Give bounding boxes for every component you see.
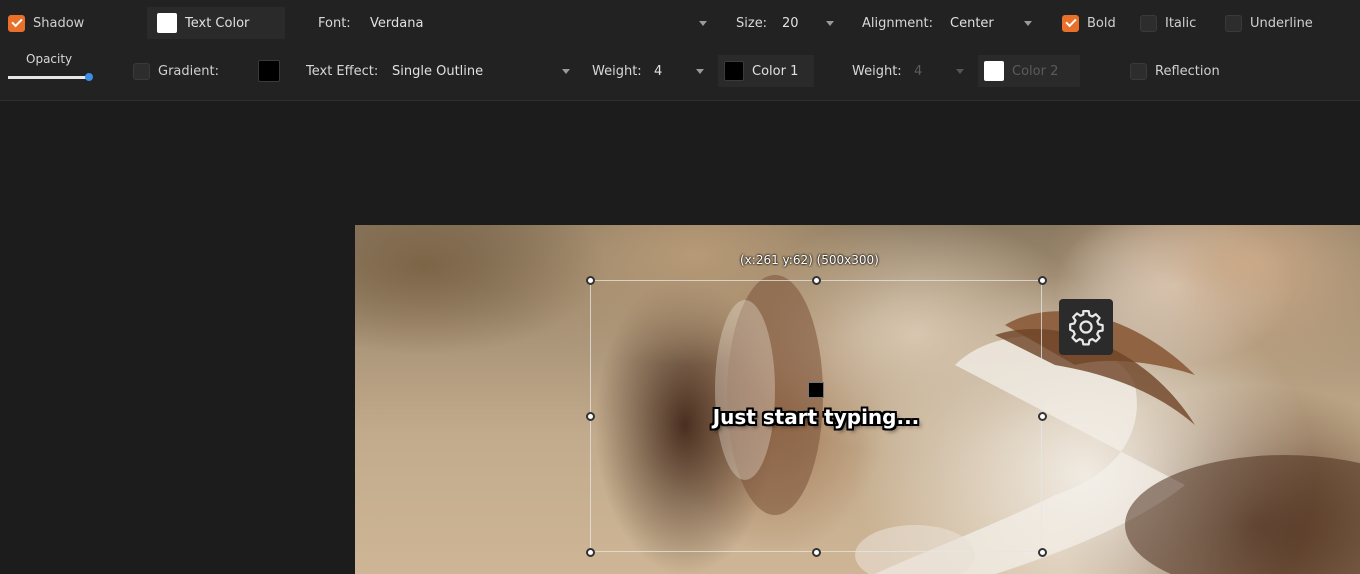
- bold-check-icon[interactable]: [1062, 14, 1079, 32]
- text-toolbar: Shadow Text Color Font: Verdana Size: 20…: [0, 0, 1360, 101]
- text-color-swatch: [157, 13, 177, 33]
- selection-coords: (x:261 y:62) (500x300): [740, 253, 879, 267]
- bold-label: Bold: [1087, 15, 1116, 31]
- toolbar-row-2: Opacity Gradient: Text Effect: Single Ou…: [0, 52, 1360, 89]
- shadow-check-icon[interactable]: [8, 14, 25, 32]
- gradient-label: Gradient:: [158, 63, 219, 79]
- resize-handle-bottom-right[interactable]: [1038, 548, 1047, 557]
- opacity-slider[interactable]: [0, 55, 100, 89]
- gradient-checkbox[interactable]: Gradient:: [133, 55, 219, 87]
- reflection-check-icon[interactable]: [1130, 62, 1147, 80]
- text-effect-value: Single Outline: [392, 63, 484, 79]
- text-effect-select[interactable]: Single Outline: [384, 55, 570, 87]
- size-caret-down-icon: [826, 20, 834, 26]
- color2-label: Color 2: [1012, 63, 1059, 79]
- reflection-label: Reflection: [1155, 63, 1220, 79]
- weight1-value: 4: [654, 63, 663, 79]
- weight2-label: Weight:: [852, 63, 902, 79]
- weight2-select[interactable]: 4: [906, 55, 964, 87]
- size-select[interactable]: 20: [774, 7, 834, 39]
- color1-label: Color 1: [752, 63, 799, 79]
- italic-checkbox[interactable]: Italic: [1140, 7, 1196, 39]
- resize-handle-top[interactable]: [812, 276, 821, 285]
- underline-label: Underline: [1250, 15, 1313, 31]
- opacity-slider-thumb[interactable]: [85, 73, 93, 81]
- weight1-caret-down-icon: [696, 68, 704, 74]
- underline-check-icon[interactable]: [1225, 14, 1242, 32]
- alignment-value: Center: [950, 15, 994, 31]
- resize-handle-top-right[interactable]: [1038, 276, 1047, 285]
- gear-icon: [1069, 310, 1104, 346]
- gradient-color-button[interactable]: [258, 55, 280, 87]
- gradient-color-swatch[interactable]: [258, 60, 280, 82]
- color1-swatch: [724, 61, 744, 81]
- text-color-box[interactable]: Text Color: [147, 7, 285, 39]
- size-label: Size:: [736, 15, 768, 31]
- move-anchor-handle[interactable]: [808, 382, 824, 398]
- opacity-slider-track[interactable]: [8, 76, 90, 79]
- text-effect-label: Text Effect:: [306, 63, 379, 79]
- gradient-check-icon[interactable]: [133, 62, 150, 80]
- color1-box[interactable]: Color 1: [718, 55, 814, 87]
- weight1-select[interactable]: 4: [646, 55, 704, 87]
- color1-button[interactable]: Color 1: [718, 55, 814, 87]
- resize-handle-bottom-left[interactable]: [586, 548, 595, 557]
- resize-handle-bottom[interactable]: [812, 548, 821, 557]
- weight2-caret-down-icon: [956, 68, 964, 74]
- size-value: 20: [782, 15, 799, 31]
- color2-swatch: [984, 61, 1004, 81]
- italic-label: Italic: [1165, 15, 1197, 31]
- font-label: Font:: [318, 15, 351, 31]
- reflection-checkbox[interactable]: Reflection: [1130, 55, 1220, 87]
- bold-checkbox[interactable]: Bold: [1062, 7, 1116, 39]
- font-select[interactable]: Verdana: [362, 7, 707, 39]
- text-color-label: Text Color: [185, 15, 250, 31]
- shadow-checkbox[interactable]: Shadow: [8, 7, 84, 39]
- toolbar-row-1: Shadow Text Color Font: Verdana Size: 20…: [0, 7, 1360, 41]
- color2-button[interactable]: Color 2: [978, 55, 1080, 87]
- color2-box[interactable]: Color 2: [978, 55, 1080, 87]
- alignment-label: Alignment:: [862, 15, 933, 31]
- underline-checkbox[interactable]: Underline: [1225, 7, 1313, 39]
- weight2-value: 4: [914, 63, 923, 79]
- font-value: Verdana: [370, 15, 424, 31]
- shadow-label: Shadow: [33, 15, 85, 31]
- resize-handle-top-left[interactable]: [586, 276, 595, 285]
- text-color-button[interactable]: Text Color: [147, 7, 285, 39]
- italic-check-icon[interactable]: [1140, 14, 1157, 32]
- alignment-select[interactable]: Center: [942, 7, 1032, 39]
- font-caret-down-icon: [699, 20, 707, 26]
- text-effect-caret-down-icon: [562, 68, 570, 74]
- overlay-text[interactable]: Just start typing...: [590, 405, 1042, 429]
- weight1-label: Weight:: [592, 63, 642, 79]
- settings-button[interactable]: [1059, 299, 1113, 355]
- alignment-caret-down-icon: [1024, 20, 1032, 26]
